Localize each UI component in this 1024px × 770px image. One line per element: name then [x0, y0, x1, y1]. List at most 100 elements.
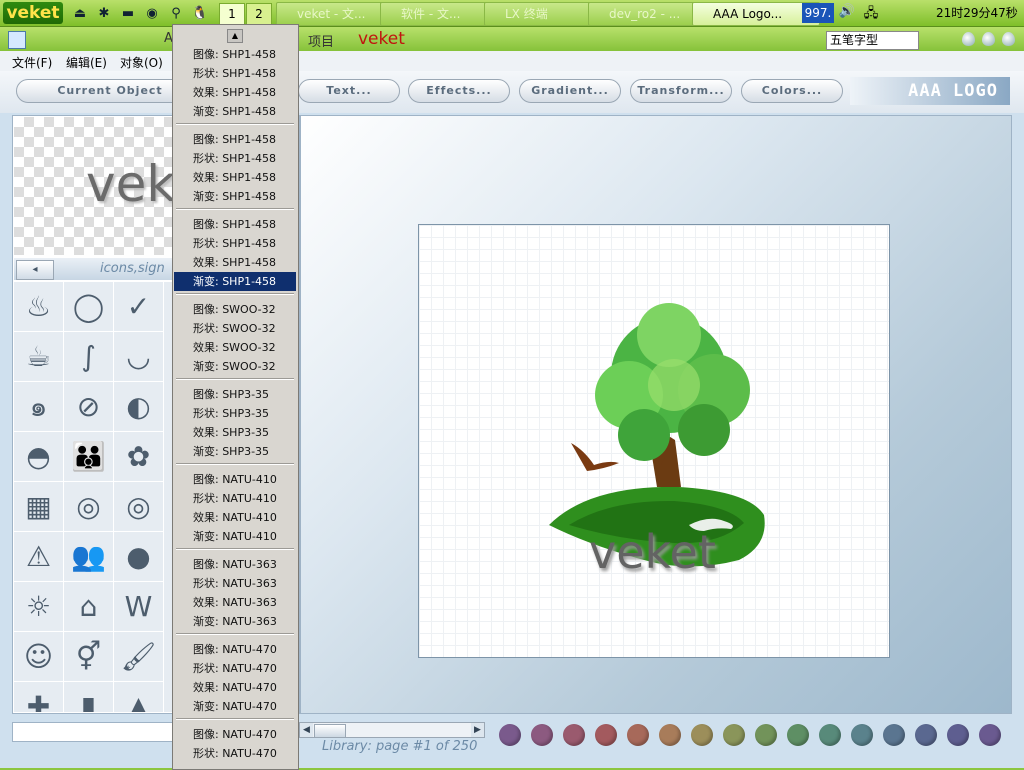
gender-icon[interactable]: ⚥ — [64, 632, 114, 682]
dropdown-item[interactable]: 图像: SHP1-458 — [174, 45, 296, 64]
ime-indicator[interactable]: 五笔字型 — [826, 31, 919, 50]
tower-icon[interactable]: ▲ — [114, 682, 164, 712]
turtle-icon[interactable]: ◓ — [14, 432, 64, 482]
dropdown-item[interactable]: 形状: SWOO-32 — [174, 319, 296, 338]
volume-icon[interactable]: 🔊 — [838, 4, 856, 22]
color-swatch[interactable] — [883, 724, 905, 746]
color-swatch[interactable] — [563, 724, 585, 746]
dropdown-item[interactable]: 图像: NATU-363 — [174, 555, 296, 574]
artboard[interactable]: veket — [418, 224, 890, 658]
search-icon[interactable]: ⚲ — [166, 3, 186, 23]
wave-icon[interactable]: ๑ — [14, 382, 64, 432]
dropdown-item[interactable]: 形状: NATU-470 — [174, 659, 296, 678]
minimize-button[interactable] — [962, 32, 975, 46]
dropdown-scroll-up-icon[interactable]: ▲ — [227, 29, 243, 43]
flower-icon[interactable]: ✿ — [114, 432, 164, 482]
menu-file[interactable]: 文件(F) — [12, 54, 52, 71]
effects-button[interactable]: Effects... — [408, 79, 510, 103]
dropdown-item[interactable]: 渐变: SHP1-458 — [174, 272, 296, 291]
coffee-cup-icon[interactable]: ☕ — [14, 332, 64, 382]
dropdown-item[interactable]: 渐变: NATU-470 — [174, 697, 296, 716]
wonder-woman-icon[interactable]: W — [114, 582, 164, 632]
family-icon[interactable]: 👪 — [64, 432, 114, 482]
spiral-icon[interactable]: ◎ — [64, 482, 114, 532]
swoosh-icon[interactable]: ✓ — [114, 282, 164, 332]
handshake-icon[interactable]: 👥 — [64, 532, 114, 582]
house-icon[interactable]: ⌂ — [64, 582, 114, 632]
scroll-right-icon[interactable]: ▶ — [471, 723, 484, 737]
workspace-1[interactable]: 1 — [219, 3, 245, 25]
workspace-2[interactable]: 2 — [246, 3, 272, 25]
paint-brush-icon[interactable]: 🖌 — [114, 632, 164, 682]
scroll-thumb[interactable] — [314, 724, 346, 738]
dropdown-item[interactable]: 效果: SWOO-32 — [174, 338, 296, 357]
text-button[interactable]: Text... — [298, 79, 400, 103]
color-swatch[interactable] — [851, 724, 873, 746]
dropdown-item[interactable]: 形状: SHP1-458 — [174, 149, 296, 168]
stump-icon[interactable]: ▮ — [64, 682, 114, 712]
dropdown-item[interactable]: 渐变: SHP1-458 — [174, 102, 296, 121]
gradient-button[interactable]: Gradient... — [519, 79, 621, 103]
color-swatch[interactable] — [755, 724, 777, 746]
category-prev-button[interactable]: ◂ — [16, 260, 54, 280]
color-swatch[interactable] — [691, 724, 713, 746]
dropdown-item[interactable]: 形状: NATU-410 — [174, 489, 296, 508]
color-swatch[interactable] — [947, 724, 969, 746]
color-swatch[interactable] — [819, 724, 841, 746]
dropdown-item[interactable]: 形状: NATU-363 — [174, 574, 296, 593]
fire-warning-icon[interactable]: ⚠ — [14, 532, 64, 582]
dropdown-item[interactable]: 渐变: NATU-363 — [174, 612, 296, 631]
no-smoking-icon[interactable]: ⊘ — [64, 382, 114, 432]
browser-icon[interactable]: ◉ — [142, 3, 162, 23]
dropdown-item[interactable]: 效果: SHP1-458 — [174, 168, 296, 187]
dropdown-item[interactable]: 渐变: NATU-410 — [174, 527, 296, 546]
calculator-icon[interactable]: ▦ — [14, 482, 64, 532]
dropdown-item[interactable]: 图像: NATU-470 — [174, 725, 296, 744]
colors-button[interactable]: Colors... — [741, 79, 843, 103]
cross-icon[interactable]: ✚ — [14, 682, 64, 712]
dropdown-item[interactable]: 渐变: SHP1-458 — [174, 187, 296, 206]
library-scrollbar[interactable]: ◀ ▶ — [299, 722, 485, 738]
search-input[interactable] — [12, 722, 176, 742]
dropdown-item[interactable]: 效果: NATU-363 — [174, 593, 296, 612]
dropdown-item[interactable]: 图像: SHP1-458 — [174, 215, 296, 234]
color-swatch[interactable] — [627, 724, 649, 746]
dropdown-item[interactable]: 效果: SHP3-35 — [174, 423, 296, 442]
logo-text[interactable]: veket — [589, 525, 716, 579]
dropdown-item[interactable]: 图像: SHP1-458 — [174, 130, 296, 149]
dropdown-item[interactable]: 效果: SHP1-458 — [174, 83, 296, 102]
maximize-button[interactable] — [982, 32, 995, 46]
task-aaa-logo[interactable]: AAA Logo... — [692, 2, 820, 26]
dropdown-item[interactable]: 效果: NATU-410 — [174, 508, 296, 527]
flame-icon[interactable]: ● — [114, 532, 164, 582]
dropdown-item[interactable]: 效果: NATU-470 — [174, 678, 296, 697]
mount-icon[interactable]: ⏏ — [70, 3, 90, 23]
squiggle-icon[interactable]: ∫ — [64, 332, 114, 382]
dropdown-item[interactable]: 图像: NATU-410 — [174, 470, 296, 489]
dropdown-item[interactable]: 图像: SHP3-35 — [174, 385, 296, 404]
scroll-left-icon[interactable]: ◀ — [300, 723, 313, 737]
asterisk-icon[interactable]: ✱ — [94, 3, 114, 23]
color-swatch[interactable] — [595, 724, 617, 746]
moon-face-icon[interactable]: ◐ — [114, 382, 164, 432]
swirl-ring-icon[interactable]: ◯ — [64, 282, 114, 332]
close-button[interactable] — [1002, 32, 1015, 46]
smiley-icon[interactable]: ☺ — [14, 632, 64, 682]
tree-logo-graphic[interactable] — [419, 225, 889, 657]
smoke-icon[interactable]: ♨ — [14, 282, 64, 332]
dropdown-item[interactable]: 形状: SHP1-458 — [174, 234, 296, 253]
dropdown-item[interactable]: 图像: NATU-470 — [174, 640, 296, 659]
dropdown-item[interactable]: 图像: SWOO-32 — [174, 300, 296, 319]
dropdown-item[interactable]: 效果: SHP1-458 — [174, 253, 296, 272]
qq-penguin-icon[interactable]: 🐧 — [190, 3, 210, 23]
color-swatch[interactable] — [979, 724, 1001, 746]
terminal-icon[interactable]: ▬ — [118, 3, 138, 23]
color-swatch[interactable] — [499, 724, 521, 746]
start-menu-button[interactable]: veket — [3, 2, 63, 24]
network-icon[interactable]: 🖧 — [862, 4, 880, 22]
dropdown-item[interactable]: 形状: NATU-470 — [174, 744, 296, 763]
color-swatch[interactable] — [531, 724, 553, 746]
teacup-icon[interactable]: ◡ — [114, 332, 164, 382]
transform-button[interactable]: Transform... — [630, 79, 732, 103]
menu-object[interactable]: 对象(O) — [120, 54, 163, 71]
